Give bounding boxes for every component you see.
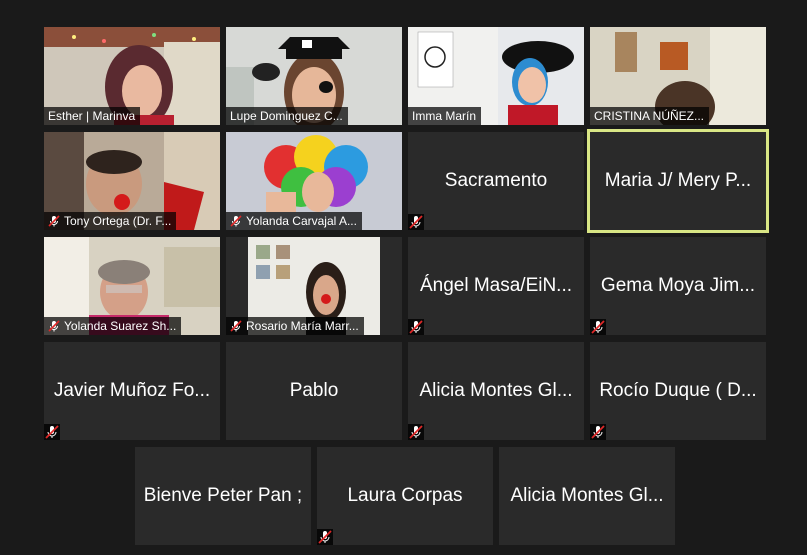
participant-tile[interactable]: Sacramento: [408, 132, 584, 230]
muted-microphone-icon: [408, 424, 424, 440]
participant-tile[interactable]: Alicia Montes Gl...: [408, 342, 584, 440]
muted-microphone-icon: [230, 215, 242, 227]
participant-tile[interactable]: Imma Marín: [408, 27, 584, 125]
participant-name: Bienve Peter Pan ;: [143, 485, 303, 506]
participant-name: Sacramento: [444, 170, 548, 191]
participant-name-label: Lupe Dominguez C...: [226, 107, 348, 125]
participant-name-label: Esther | Marinva: [44, 107, 141, 125]
muted-microphone-icon: [408, 319, 424, 335]
participant-name: Yolanda Carvajal A...: [246, 214, 357, 228]
participant-tile[interactable]: Lupe Dominguez C...: [226, 27, 402, 125]
muted-microphone-icon: [590, 319, 606, 335]
participant-name-label: Yolanda Suarez Sh...: [44, 317, 182, 335]
muted-microphone-icon: [48, 215, 60, 227]
muted-microphone-icon: [408, 214, 424, 230]
participant-tile[interactable]: Laura Corpas: [317, 447, 493, 545]
participant-name: Javier Muñoz Fo...: [53, 380, 211, 401]
participant-name-label: Tony Ortega (Dr. F...: [44, 212, 177, 230]
participant-tile[interactable]: Gema Moya Jim...: [590, 237, 766, 335]
participant-tile[interactable]: Javier Muñoz Fo...: [44, 342, 220, 440]
participant-tile[interactable]: Rocío Duque ( D...: [590, 342, 766, 440]
participant-name: Alicia Montes Gl...: [510, 485, 664, 506]
muted-microphone-icon: [317, 529, 333, 545]
participant-tile[interactable]: Esther | Marinva: [44, 27, 220, 125]
muted-microphone-icon: [230, 320, 242, 332]
participant-name-label: Imma Marín: [408, 107, 482, 125]
participant-name: Ángel Masa/EiN...: [419, 275, 573, 296]
muted-microphone-icon: [48, 320, 60, 332]
participant-tile[interactable]: Alicia Montes Gl...: [499, 447, 675, 545]
participant-name: Imma Marín: [412, 109, 477, 123]
participant-name: Alicia Montes Gl...: [419, 380, 573, 401]
muted-microphone-icon: [44, 424, 60, 440]
participant-tile[interactable]: Tony Ortega (Dr. F...: [44, 132, 220, 230]
participant-name: Maria J/ Mery P...: [604, 170, 752, 191]
participant-name: Lupe Dominguez C...: [230, 109, 343, 123]
participant-tile[interactable]: Pablo: [226, 342, 402, 440]
participant-name: Laura Corpas: [347, 485, 463, 506]
participant-tile[interactable]: Yolanda Suarez Sh...: [44, 237, 220, 335]
participant-name-label: CRISTINA NÚÑEZ...: [590, 107, 710, 125]
participant-name: Esther | Marinva: [48, 109, 136, 123]
participant-name: Pablo: [289, 380, 339, 401]
participant-tile[interactable]: Ángel Masa/EiN...: [408, 237, 584, 335]
participant-name: Yolanda Suarez Sh...: [64, 319, 177, 333]
participant-tile[interactable]: Yolanda Carvajal A...: [226, 132, 402, 230]
participant-name: Tony Ortega (Dr. F...: [64, 214, 172, 228]
participant-tile[interactable]: Bienve Peter Pan ;: [135, 447, 311, 545]
participant-name: Rosario María Marr...: [246, 319, 359, 333]
participant-tile-active-speaker[interactable]: Maria J/ Mery P...: [587, 129, 769, 233]
participant-name-label: Rosario María Marr...: [226, 317, 364, 335]
participant-name: CRISTINA NÚÑEZ...: [594, 109, 705, 123]
participant-name: Rocío Duque ( D...: [599, 380, 757, 401]
muted-microphone-icon: [590, 424, 606, 440]
participant-tile[interactable]: CRISTINA NÚÑEZ...: [590, 27, 766, 125]
participant-name-label: Yolanda Carvajal A...: [226, 212, 362, 230]
participant-tile[interactable]: Rosario María Marr...: [226, 237, 402, 335]
participant-name: Gema Moya Jim...: [600, 275, 756, 296]
